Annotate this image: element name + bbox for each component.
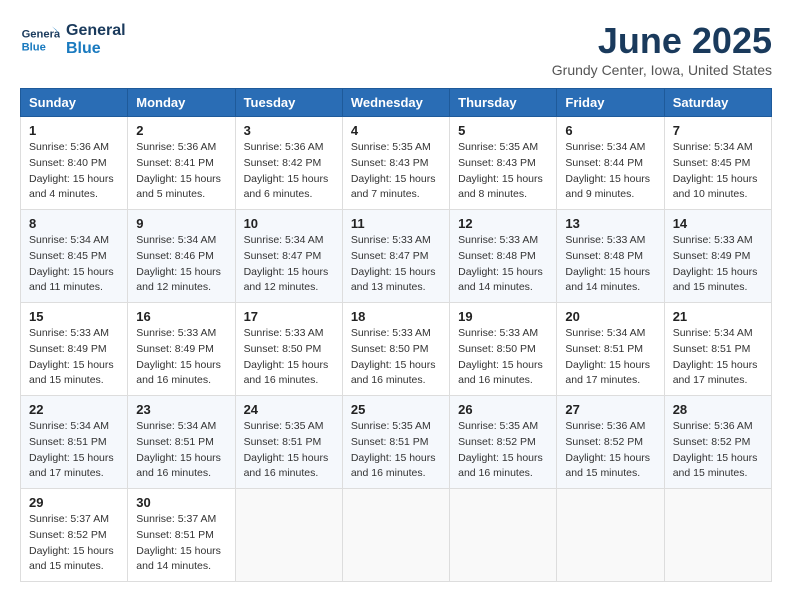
calendar-row-week1: 1 Sunrise: 5:36 AMSunset: 8:40 PMDayligh… xyxy=(21,117,772,210)
day-cell-9: 9 Sunrise: 5:34 AMSunset: 8:46 PMDayligh… xyxy=(128,210,235,303)
day-cell-3: 3 Sunrise: 5:36 AMSunset: 8:42 PMDayligh… xyxy=(235,117,342,210)
logo: General Blue General Blue xyxy=(20,20,126,60)
calendar-row-week2: 8 Sunrise: 5:34 AMSunset: 8:45 PMDayligh… xyxy=(21,210,772,303)
day-cell-4: 4 Sunrise: 5:35 AMSunset: 8:43 PMDayligh… xyxy=(342,117,449,210)
calendar-row-week3: 15 Sunrise: 5:33 AMSunset: 8:49 PMDaylig… xyxy=(21,303,772,396)
day-cell-17: 17 Sunrise: 5:33 AMSunset: 8:50 PMDaylig… xyxy=(235,303,342,396)
header-sunday: Sunday xyxy=(21,89,128,117)
page-header: General Blue General Blue June 2025 Grun… xyxy=(20,20,772,78)
header-friday: Friday xyxy=(557,89,664,117)
header-saturday: Saturday xyxy=(664,89,771,117)
day-cell-19: 19 Sunrise: 5:33 AMSunset: 8:50 PMDaylig… xyxy=(450,303,557,396)
day-cell-26: 26 Sunrise: 5:35 AMSunset: 8:52 PMDaylig… xyxy=(450,396,557,489)
day-cell-2: 2 Sunrise: 5:36 AMSunset: 8:41 PMDayligh… xyxy=(128,117,235,210)
title-area: June 2025 Grundy Center, Iowa, United St… xyxy=(552,20,772,78)
weekday-header-row: Sunday Monday Tuesday Wednesday Thursday… xyxy=(21,89,772,117)
day-cell-13: 13 Sunrise: 5:33 AMSunset: 8:48 PMDaylig… xyxy=(557,210,664,303)
day-cell-22: 22 Sunrise: 5:34 AMSunset: 8:51 PMDaylig… xyxy=(21,396,128,489)
day-cell-28: 28 Sunrise: 5:36 AMSunset: 8:52 PMDaylig… xyxy=(664,396,771,489)
header-thursday: Thursday xyxy=(450,89,557,117)
svg-text:General: General xyxy=(22,29,60,41)
empty-cell-5 xyxy=(664,489,771,582)
day-cell-29: 29 Sunrise: 5:37 AMSunset: 8:52 PMDaylig… xyxy=(21,489,128,582)
logo-name: General Blue xyxy=(66,22,126,57)
day-cell-30: 30 Sunrise: 5:37 AMSunset: 8:51 PMDaylig… xyxy=(128,489,235,582)
day-cell-14: 14 Sunrise: 5:33 AMSunset: 8:49 PMDaylig… xyxy=(664,210,771,303)
header-wednesday: Wednesday xyxy=(342,89,449,117)
day-cell-10: 10 Sunrise: 5:34 AMSunset: 8:47 PMDaylig… xyxy=(235,210,342,303)
calendar-row-week5: 29 Sunrise: 5:37 AMSunset: 8:52 PMDaylig… xyxy=(21,489,772,582)
svg-text:Blue: Blue xyxy=(22,41,46,53)
day-cell-6: 6 Sunrise: 5:34 AMSunset: 8:44 PMDayligh… xyxy=(557,117,664,210)
calendar-row-week4: 22 Sunrise: 5:34 AMSunset: 8:51 PMDaylig… xyxy=(21,396,772,489)
empty-cell-2 xyxy=(342,489,449,582)
day-cell-1: 1 Sunrise: 5:36 AMSunset: 8:40 PMDayligh… xyxy=(21,117,128,210)
month-title: June 2025 xyxy=(552,20,772,62)
day-cell-11: 11 Sunrise: 5:33 AMSunset: 8:47 PMDaylig… xyxy=(342,210,449,303)
day-cell-7: 7 Sunrise: 5:34 AMSunset: 8:45 PMDayligh… xyxy=(664,117,771,210)
day-cell-15: 15 Sunrise: 5:33 AMSunset: 8:49 PMDaylig… xyxy=(21,303,128,396)
header-monday: Monday xyxy=(128,89,235,117)
day-cell-27: 27 Sunrise: 5:36 AMSunset: 8:52 PMDaylig… xyxy=(557,396,664,489)
empty-cell-1 xyxy=(235,489,342,582)
day-cell-25: 25 Sunrise: 5:35 AMSunset: 8:51 PMDaylig… xyxy=(342,396,449,489)
day-cell-21: 21 Sunrise: 5:34 AMSunset: 8:51 PMDaylig… xyxy=(664,303,771,396)
empty-cell-3 xyxy=(450,489,557,582)
day-cell-8: 8 Sunrise: 5:34 AMSunset: 8:45 PMDayligh… xyxy=(21,210,128,303)
day-cell-18: 18 Sunrise: 5:33 AMSunset: 8:50 PMDaylig… xyxy=(342,303,449,396)
day-cell-20: 20 Sunrise: 5:34 AMSunset: 8:51 PMDaylig… xyxy=(557,303,664,396)
location-title: Grundy Center, Iowa, United States xyxy=(552,62,772,78)
empty-cell-4 xyxy=(557,489,664,582)
day-cell-12: 12 Sunrise: 5:33 AMSunset: 8:48 PMDaylig… xyxy=(450,210,557,303)
day-cell-5: 5 Sunrise: 5:35 AMSunset: 8:43 PMDayligh… xyxy=(450,117,557,210)
day-cell-16: 16 Sunrise: 5:33 AMSunset: 8:49 PMDaylig… xyxy=(128,303,235,396)
logo-icon: General Blue xyxy=(20,20,60,60)
day-cell-23: 23 Sunrise: 5:34 AMSunset: 8:51 PMDaylig… xyxy=(128,396,235,489)
day-cell-24: 24 Sunrise: 5:35 AMSunset: 8:51 PMDaylig… xyxy=(235,396,342,489)
header-tuesday: Tuesday xyxy=(235,89,342,117)
calendar-table: Sunday Monday Tuesday Wednesday Thursday… xyxy=(20,88,772,582)
